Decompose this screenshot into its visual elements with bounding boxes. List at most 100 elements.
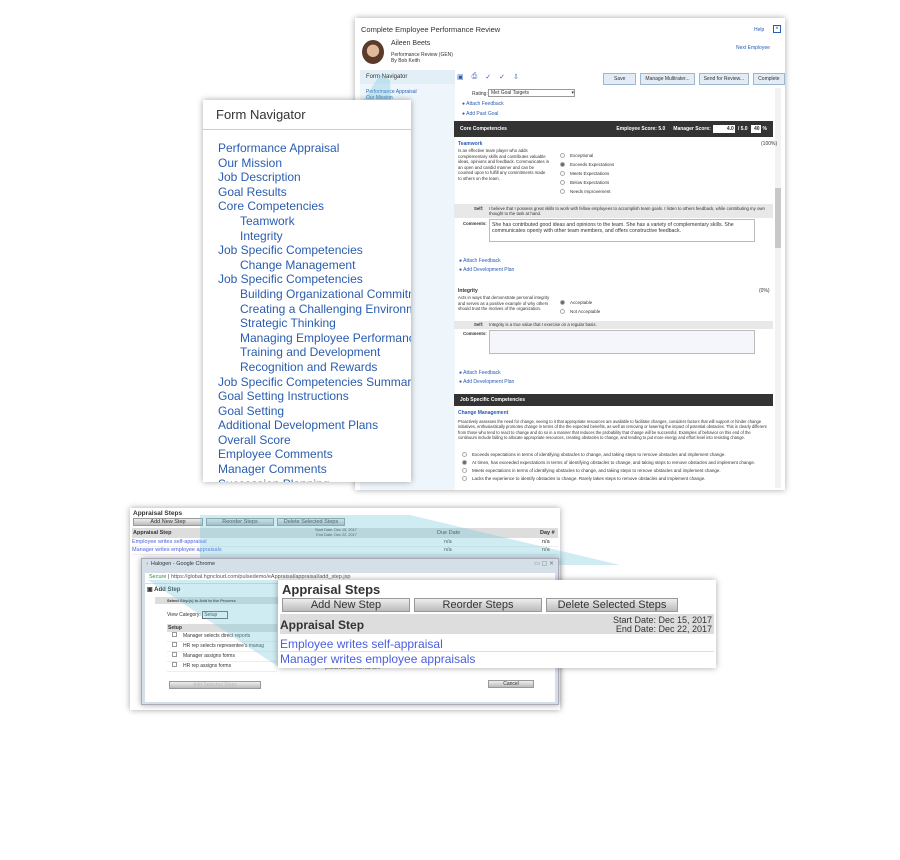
rating-option[interactable]: At times, has exceeded expectations in t… [462,460,755,465]
navigator-item[interactable]: Recognition and Rewards [218,360,411,375]
navigator-item[interactable]: Strategic Thinking [218,316,411,331]
add-new-step-button[interactable]: Add New Step [282,598,410,612]
navigator-item[interactable]: Job Description [218,170,411,185]
step-link[interactable]: Employee writes self-appraisal [132,539,207,545]
integrity-rating-options: Acceptable Not Acceptable [560,296,600,318]
radio-button[interactable] [560,180,565,185]
navigator-item[interactable]: Integrity [218,229,411,244]
scrollbar[interactable] [775,88,781,488]
rating-option[interactable]: Meets expectations in terms of identifyi… [462,468,755,473]
window-title: Complete Employee Performance Review [361,25,501,34]
form-navigator-popup: Form Navigator Performance Appraisal Our … [203,100,411,482]
halogen-icon: ◐ [146,561,150,567]
steps-title: Appraisal Steps [133,510,183,517]
radio-button[interactable] [560,189,565,194]
navigator-item[interactable]: Succession Planning [218,477,411,482]
teamwork-rating-options: Exceptional Exceeds Expectations Meets Exp… [560,149,614,198]
checkbox[interactable] [172,632,177,637]
job-competencies-header: Job Specific Competencies [454,394,773,406]
radio-button[interactable] [560,153,565,158]
navigator-item[interactable]: Teamwork [218,214,411,229]
navigator-item[interactable]: Core Competencies [218,199,411,214]
send-for-review-button[interactable]: Send for Review... [698,73,750,85]
help-link[interactable]: Help [754,27,764,33]
navigator-item[interactable]: Change Management [218,258,411,273]
spellcheck-all-icon[interactable]: ✓ [499,73,505,81]
radio-button[interactable] [560,309,565,314]
reviewer: By Bob Keith [391,58,420,64]
form-navigator-list: Performance Appraisal Our Mission Job Desc… [203,130,411,482]
employee-name: Aileen Beets [391,40,431,47]
navigator-item[interactable]: Performance Appraisal [218,141,411,156]
save-button[interactable]: Save [603,73,637,85]
complete-button[interactable]: Complete [753,73,785,85]
navigator-item[interactable]: Managing Employee Performance [218,331,411,346]
manager-score-input[interactable]: 4.0 [712,125,735,133]
form-navigator-title: Form Navigator [203,100,411,130]
reorder-steps-button[interactable]: Reorder Steps [414,598,542,612]
radio-button[interactable] [560,300,565,305]
rating-label: Rating: [472,91,488,97]
navigator-item[interactable]: Additional Development Plans [218,418,411,433]
navigator-item[interactable]: Overall Score [218,433,411,448]
rating-option[interactable]: Exceptional [560,153,614,158]
delete-steps-button[interactable]: Delete Selected Steps [546,598,678,612]
rating-option[interactable]: Lacks the experience to identify obstacl… [462,476,755,481]
core-competencies-header: Core Competencies Employee Score: 5.0 Man… [454,121,773,137]
add-selected-steps-button[interactable]: Add Selected Steps [169,681,261,689]
self-assessment: Self: Integrity is a true value that I ex… [454,321,773,329]
navigator-item[interactable]: Job Specific Competencies [218,272,411,287]
rating-option[interactable]: Exceeds expectations in terms of identif… [462,452,755,457]
integrity-description: Acts in ways that demonstrate personal i… [458,295,550,311]
rating-option[interactable]: Acceptable [560,300,600,305]
next-employee-link[interactable]: Next Employee [736,45,770,51]
radio-button[interactable] [560,162,565,167]
navigator-item[interactable]: Goal Setting Instructions [218,389,411,404]
steps-table-header: Appraisal Step Start Date: Dec 15, 2017 E… [280,614,714,634]
close-icon[interactable]: × [773,25,781,33]
avatar [362,40,384,64]
comments-textarea[interactable]: She has contributed good ideas and opini… [489,219,755,242]
navigator-item[interactable]: Building Organizational Commitme [218,287,411,302]
checkbox[interactable] [172,652,177,657]
self-assessment: Self: I believe that I possess great skil… [454,204,773,218]
window-controls[interactable]: ▭ ▢ ✕ [534,560,554,567]
print-icon[interactable]: ⎙ [472,73,478,81]
navigator-item[interactable]: Employee Comments [218,447,411,462]
steps-title: Appraisal Steps [282,582,381,597]
navigator-item[interactable]: Goal Results [218,185,411,200]
navigator-item[interactable]: Training and Development [218,345,411,360]
navigator-item[interactable]: Goal Setting [218,404,411,419]
step-link[interactable]: Manager writes employee appraisals [280,652,475,666]
teamwork-description: Is an effective team player who adds com… [458,148,550,181]
navigator-item[interactable]: Job Specific Competencies Summary [218,375,411,390]
teamwork-weight: (100%) [761,141,778,147]
percent-input[interactable]: 40 [750,125,761,133]
navigator-item[interactable]: Creating a Challenging Environme [218,302,411,317]
add-new-step-button[interactable]: Add New Step [133,518,203,526]
spellcheck-icon[interactable]: ✓ [485,73,491,81]
rating-option[interactable]: Exceeds Expectations [560,162,614,167]
rating-option[interactable]: Needs Improvement [560,189,614,194]
cancel-button[interactable]: Cancel [488,680,534,688]
step-link[interactable]: Employee writes self-appraisal [280,637,443,651]
manage-multirater-button[interactable]: Manage Multirater... [640,73,695,85]
rating-option[interactable]: Below Expectations [560,180,614,185]
navigator-item[interactable]: Job Specific Competencies [218,243,411,258]
comments-textarea[interactable] [489,330,755,354]
navigator-item[interactable]: Manager Comments [218,462,411,477]
change-management-description: Proactively assesses the need for change… [458,419,767,440]
checkbox[interactable] [172,662,177,667]
rating-option[interactable]: Meets Expectations [560,171,614,176]
export-icon[interactable]: ⇩ [513,73,519,81]
rating-option[interactable]: Not Acceptable [560,309,600,314]
integrity-weight: (0%) [759,288,770,294]
step-option[interactable]: HR rep assigns forms [167,662,277,672]
checkbox[interactable] [172,642,177,647]
radio-button[interactable] [560,171,565,176]
chrome-title: ◐ Halogen - Google Chrome [146,561,216,567]
change-management-options: Exceeds expectations in terms of identif… [462,449,755,484]
rating-select[interactable]: Met Goal Targets ▾ [488,89,575,97]
navigator-item[interactable]: Our Mission [218,156,411,171]
appraisal-steps-zoom: Appraisal Steps Add New Step Reorder Ste… [278,580,716,668]
